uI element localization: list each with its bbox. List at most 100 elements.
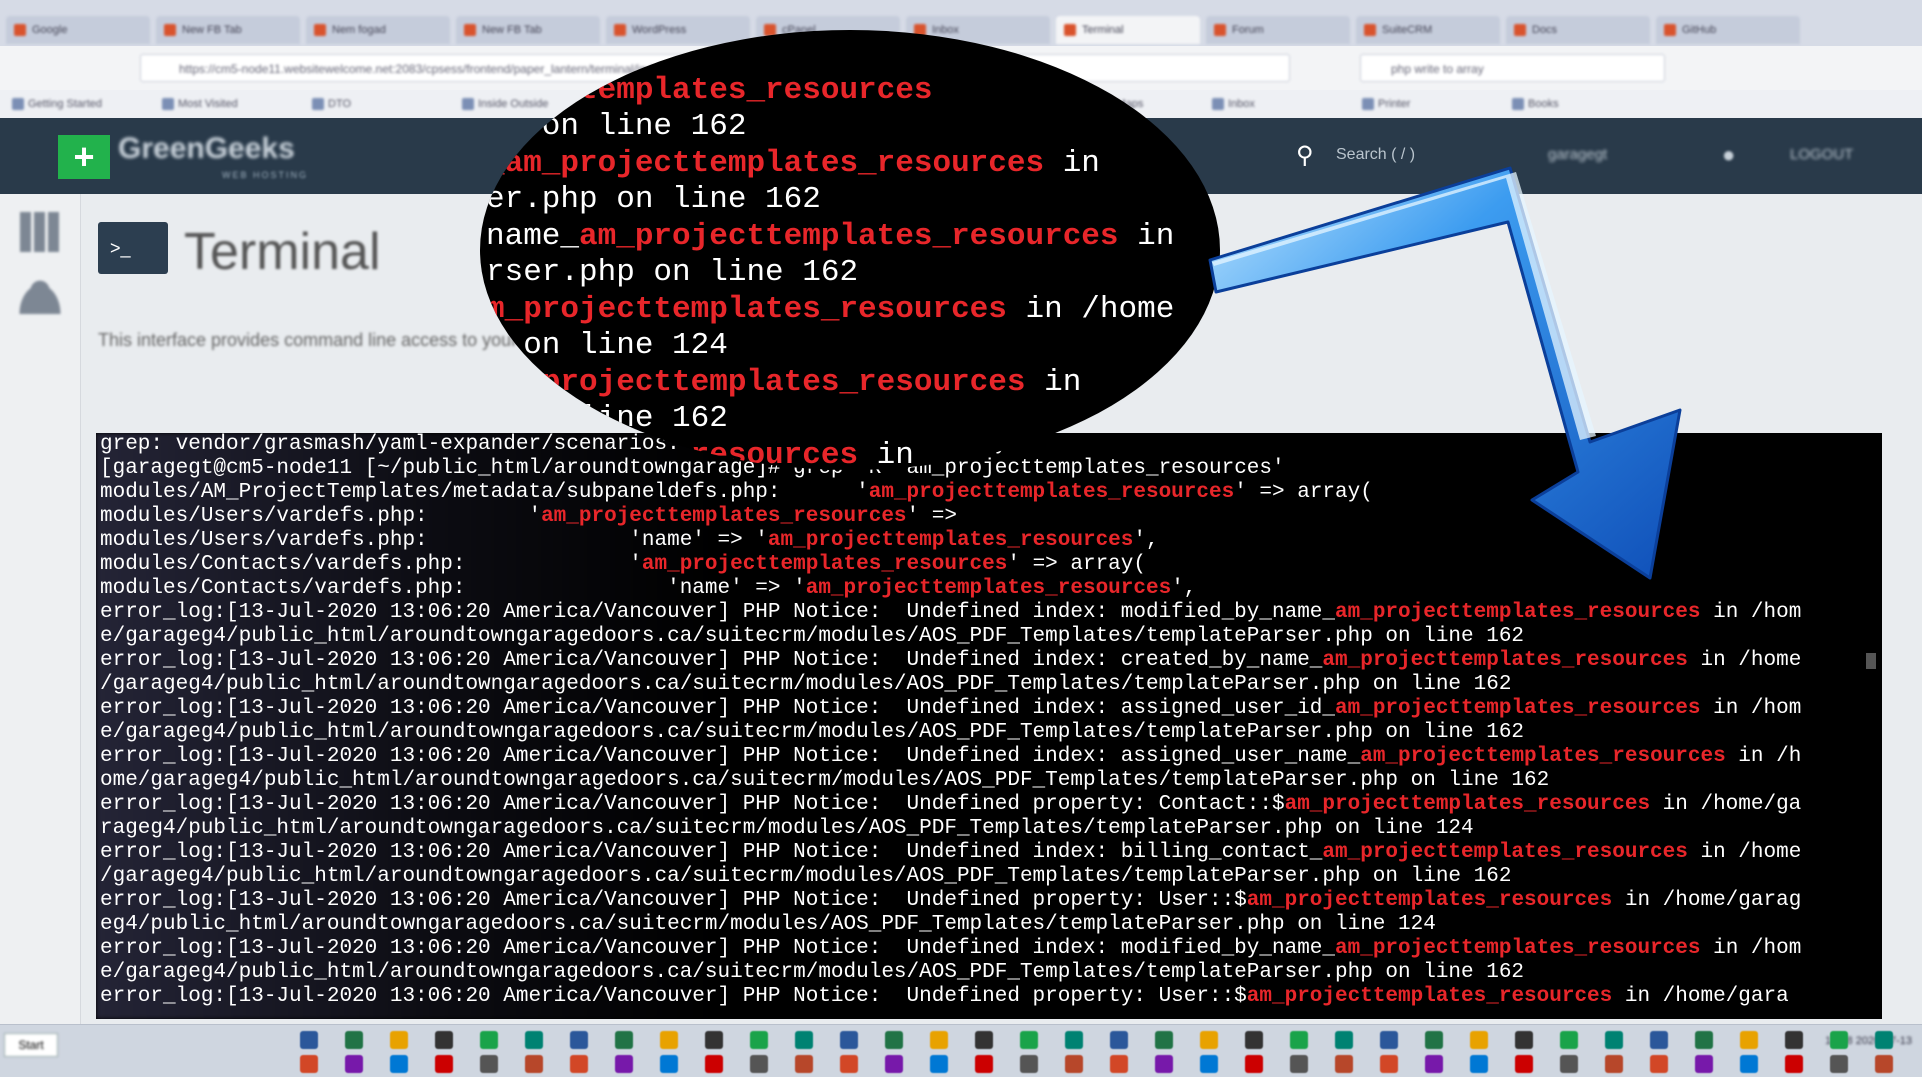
taskbar-app-icon[interactable] xyxy=(750,1031,768,1049)
taskbar-app-icon[interactable] xyxy=(795,1055,813,1073)
taskbar-app-icon[interactable] xyxy=(1020,1031,1038,1049)
browser-tab[interactable]: New FB Tab xyxy=(156,16,300,44)
taskbar-app-icon[interactable] xyxy=(1560,1055,1578,1073)
taskbar-app-icon[interactable] xyxy=(975,1055,993,1073)
taskbar-app-icon[interactable] xyxy=(390,1031,408,1049)
taskbar-app-icon[interactable] xyxy=(885,1055,903,1073)
bookmark-item[interactable]: DTO xyxy=(310,96,351,112)
bookmark-item[interactable]: Printer xyxy=(1360,96,1410,112)
taskbar-app-icon[interactable] xyxy=(1560,1031,1578,1049)
lens-line: o on line 124 xyxy=(486,328,728,365)
taskbar-app-icon[interactable] xyxy=(1065,1031,1083,1049)
taskbar-app-icon[interactable] xyxy=(1605,1055,1623,1073)
taskbar-app-icon[interactable] xyxy=(930,1031,948,1049)
taskbar-app-icon[interactable] xyxy=(840,1055,858,1073)
taskbar-app-icon[interactable] xyxy=(975,1031,993,1049)
taskbar-app-icon[interactable] xyxy=(1110,1055,1128,1073)
terminal-scrollbar[interactable] xyxy=(1866,653,1876,669)
browser-tab[interactable]: SuiteCRM xyxy=(1356,16,1500,44)
taskbar-app-icon[interactable] xyxy=(1380,1031,1398,1049)
taskbar-app-icon[interactable] xyxy=(1785,1055,1803,1073)
taskbar-app-icon[interactable] xyxy=(660,1031,678,1049)
taskbar-app-icon[interactable] xyxy=(615,1031,633,1049)
bell-icon[interactable]: ● xyxy=(1722,142,1735,168)
users-icon[interactable] xyxy=(16,280,64,314)
taskbar-app-icon[interactable] xyxy=(1875,1031,1893,1049)
taskbar-app-icon[interactable] xyxy=(660,1055,678,1073)
taskbar-app-icon[interactable] xyxy=(480,1055,498,1073)
bookmark-item[interactable]: Inbox xyxy=(1210,96,1255,112)
taskbar-app-icon[interactable] xyxy=(1245,1055,1263,1073)
taskbar-app-icon[interactable] xyxy=(1335,1031,1353,1049)
taskbar-app-icon[interactable] xyxy=(1515,1031,1533,1049)
taskbar-app-icon[interactable] xyxy=(1065,1055,1083,1073)
taskbar-app-icon[interactable] xyxy=(1740,1031,1758,1049)
bookmark-item[interactable]: Most Visited xyxy=(160,96,238,112)
taskbar-app-icon[interactable] xyxy=(1425,1031,1443,1049)
taskbar-app-icon[interactable] xyxy=(1245,1031,1263,1049)
cpanel-search-input[interactable]: Search ( / ) xyxy=(1336,146,1415,164)
taskbar-app-icon[interactable] xyxy=(1020,1055,1038,1073)
browser-tab[interactable]: Docs xyxy=(1506,16,1650,44)
taskbar-app-icon[interactable] xyxy=(435,1031,453,1049)
greengeeks-logo-icon[interactable]: + xyxy=(58,135,110,179)
user-menu[interactable]: garagegt xyxy=(1548,146,1607,163)
taskbar-app-icon[interactable] xyxy=(1650,1055,1668,1073)
taskbar-app-icon[interactable] xyxy=(1200,1055,1218,1073)
taskbar-app-icon[interactable] xyxy=(1605,1031,1623,1049)
taskbar-app-icon[interactable] xyxy=(1155,1055,1173,1073)
taskbar-app-icon[interactable] xyxy=(570,1055,588,1073)
taskbar-app-icon[interactable] xyxy=(705,1055,723,1073)
taskbar-app-icon[interactable] xyxy=(570,1031,588,1049)
taskbar-app-icon[interactable] xyxy=(1470,1031,1488,1049)
terminal-output[interactable]: grep: vendor/grasmash/yaml-expander/scen… xyxy=(96,433,1882,1019)
taskbar-app-icon[interactable] xyxy=(1695,1031,1713,1049)
taskbar-app-icon[interactable] xyxy=(930,1055,948,1073)
taskbar-app-icon[interactable] xyxy=(300,1055,318,1073)
taskbar-app-icon[interactable] xyxy=(390,1055,408,1073)
brand-name[interactable]: GreenGeeks xyxy=(118,132,295,166)
taskbar-app-icon[interactable] xyxy=(795,1031,813,1049)
taskbar-app-icon[interactable] xyxy=(300,1031,318,1049)
search-icon[interactable]: ⚲ xyxy=(1296,144,1314,168)
taskbar-app-icon[interactable] xyxy=(1515,1055,1533,1073)
taskbar-app-icon[interactable] xyxy=(840,1031,858,1049)
taskbar-app-icon[interactable] xyxy=(525,1055,543,1073)
taskbar-app-icon[interactable] xyxy=(525,1031,543,1049)
browser-tab[interactable]: Nem fogad xyxy=(306,16,450,44)
browser-tab[interactable]: Terminal xyxy=(1056,16,1200,44)
taskbar-app-icon[interactable] xyxy=(885,1031,903,1049)
taskbar-app-icon[interactable] xyxy=(480,1031,498,1049)
taskbar-app-icon[interactable] xyxy=(1290,1055,1308,1073)
taskbar-app-icon[interactable] xyxy=(1380,1055,1398,1073)
apps-grid-icon[interactable] xyxy=(20,212,60,252)
taskbar-app-icon[interactable] xyxy=(435,1055,453,1073)
taskbar-app-icon[interactable] xyxy=(345,1031,363,1049)
bookmark-item[interactable]: Getting Started xyxy=(10,96,102,112)
taskbar-app-icon[interactable] xyxy=(1290,1031,1308,1049)
taskbar-app-icon[interactable] xyxy=(1650,1031,1668,1049)
taskbar-app-icon[interactable] xyxy=(705,1031,723,1049)
browser-tab[interactable]: Forum xyxy=(1206,16,1350,44)
taskbar-app-icon[interactable] xyxy=(345,1055,363,1073)
bookmark-item[interactable]: Books xyxy=(1510,96,1559,112)
taskbar-app-icon[interactable] xyxy=(1785,1031,1803,1049)
logout-button[interactable]: LOGOUT xyxy=(1790,146,1853,163)
taskbar-app-icon[interactable] xyxy=(1110,1031,1128,1049)
taskbar-app-icon[interactable] xyxy=(1740,1055,1758,1073)
taskbar-app-icon[interactable] xyxy=(1695,1055,1713,1073)
taskbar-app-icon[interactable] xyxy=(1830,1031,1848,1049)
taskbar-app-icon[interactable] xyxy=(1200,1031,1218,1049)
taskbar-app-icon[interactable] xyxy=(1335,1055,1353,1073)
taskbar-app-icon[interactable] xyxy=(1425,1055,1443,1073)
browser-tab[interactable]: GitHub xyxy=(1656,16,1800,44)
taskbar-app-icon[interactable] xyxy=(615,1055,633,1073)
taskbar-app-icon[interactable] xyxy=(1875,1055,1893,1073)
taskbar-app-icon[interactable] xyxy=(750,1055,768,1073)
taskbar-app-icon[interactable] xyxy=(1155,1031,1173,1049)
browser-tab[interactable]: Google xyxy=(6,16,150,44)
start-button[interactable]: Start xyxy=(4,1033,58,1057)
browser-search-input[interactable]: php write to array xyxy=(1360,54,1665,82)
taskbar-app-icon[interactable] xyxy=(1470,1055,1488,1073)
taskbar-app-icon[interactable] xyxy=(1830,1055,1848,1073)
